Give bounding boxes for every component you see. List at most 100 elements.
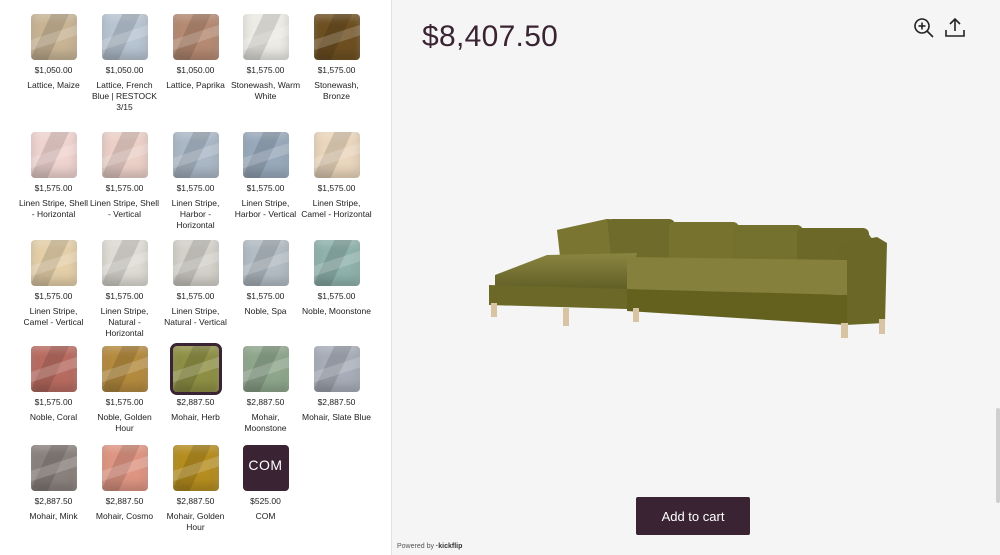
swatch-price: $1,050.00: [30, 64, 77, 76]
swatch-option[interactable]: $1,575.00 Linen Stripe, Shell - Vertical: [89, 132, 160, 220]
swatch-name: Mohair, Herb: [171, 412, 220, 422]
swatch-option[interactable]: $1,575.00 Stonewash, Bronze: [301, 14, 372, 102]
swatch-price: $1,575.00: [242, 182, 289, 194]
swatch-thumbnail: [242, 346, 289, 392]
zoom-in-icon[interactable]: [912, 16, 936, 40]
powered-by-label: Powered by: [397, 543, 434, 550]
swatch-option[interactable]: $1,575.00 Noble, Moonstone: [301, 240, 372, 317]
swatch-name: COM: [255, 511, 276, 521]
swatch-thumbnail: [30, 240, 77, 286]
swatch-option[interactable]: $1,050.00 Lattice, Paprika: [160, 14, 231, 91]
swatch-thumbnail: [101, 132, 148, 178]
swatch-name: Stonewash, Bronze: [314, 80, 359, 101]
swatch-option[interactable]: COM $525.00 COM: [230, 445, 301, 522]
swatch-name: Stonewash, Warm White: [230, 80, 301, 101]
swatch-thumbnail: [101, 445, 148, 491]
swatch-thumbnail: [30, 346, 77, 392]
swatch-price: $2,887.50: [101, 495, 148, 507]
swatch-thumbnail: [313, 346, 360, 392]
swatch-thumbnail: [101, 14, 148, 60]
swatch-price: $1,575.00: [313, 290, 360, 302]
powered-by[interactable]: Powered by ·kickflip: [397, 543, 462, 550]
swatch-option[interactable]: $1,575.00 Linen Stripe, Camel - Horizonta…: [301, 132, 372, 220]
scrollbar[interactable]: [996, 408, 1000, 503]
swatch-name: Noble, Golden Hour: [97, 412, 152, 433]
swatch-price: $2,887.50: [30, 495, 77, 507]
swatch-name: Linen Stripe, Harbor - Vertical: [234, 198, 297, 219]
swatch-name: Noble, Moonstone: [302, 306, 371, 316]
add-to-cart-button[interactable]: Add to cart: [636, 497, 750, 535]
swatch-thumbnail: [313, 240, 360, 286]
swatch-thumbnail: [313, 14, 360, 60]
swatch-thumbnail: [313, 132, 360, 178]
swatch-price: $1,575.00: [313, 64, 360, 76]
swatch-option[interactable]: $1,575.00 Linen Stripe, Natural - Horizon…: [89, 240, 160, 339]
swatch-option[interactable]: $1,575.00 Linen Stripe, Natural - Vertica…: [160, 240, 231, 328]
swatch-option[interactable]: $1,050.00 Lattice, Maize: [18, 14, 89, 91]
swatch-option[interactable]: $1,575.00 Linen Stripe, Harbor - Vertical: [230, 132, 301, 220]
swatch-price: $1,575.00: [172, 182, 219, 194]
swatch-price: $2,887.50: [242, 396, 289, 408]
swatch-badge: COM: [248, 457, 283, 473]
swatch-option[interactable]: $1,575.00 Stonewash, Warm White: [230, 14, 301, 102]
kickflip-logo: ·kickflip: [435, 543, 463, 550]
swatch-option[interactable]: $2,887.50 Mohair, Mink: [18, 445, 89, 522]
swatch-panel: $1,050.00 Lattice, Maize $1,050.00 Lattice,…: [0, 0, 391, 555]
swatch-price: $2,887.50: [172, 396, 219, 408]
swatch-name: Mohair, Moonstone: [244, 412, 287, 433]
swatch-thumbnail: [172, 240, 219, 286]
swatch-name: Lattice, French Blue | RESTOCK 3/15: [92, 80, 157, 112]
swatch-option[interactable]: $1,575.00 Noble, Golden Hour: [89, 346, 160, 434]
swatch-option[interactable]: $1,575.00 Linen Stripe, Camel - Vertical: [18, 240, 89, 328]
share-icon[interactable]: [943, 16, 967, 40]
swatch-price: $1,575.00: [30, 396, 77, 408]
swatch-price: $525.00: [246, 495, 285, 507]
swatch-thumbnail: [242, 240, 289, 286]
swatch-option[interactable]: $1,575.00 Linen Stripe, Shell - Horizonta…: [18, 132, 89, 220]
swatch-option[interactable]: $2,887.50 Mohair, Golden Hour: [160, 445, 231, 533]
swatch-option[interactable]: $2,887.50 Mohair, Cosmo: [89, 445, 160, 522]
preview-panel: $8,407.50 Add to cart Powered by ·kickfl…: [392, 0, 1000, 555]
swatch-price: $1,575.00: [101, 182, 148, 194]
swatch-option[interactable]: $1,575.00 Noble, Coral: [18, 346, 89, 423]
swatch-price: $1,575.00: [242, 64, 289, 76]
swatch-thumbnail: [242, 132, 289, 178]
swatch-name: Lattice, Maize: [27, 80, 80, 90]
swatch-name: Linen Stripe, Camel - Horizontal: [301, 198, 372, 219]
swatch-price: $1,575.00: [242, 290, 289, 302]
swatch-name: Mohair, Cosmo: [95, 511, 154, 521]
swatch-price: $1,575.00: [30, 290, 77, 302]
swatch-thumbnail: [172, 132, 219, 178]
swatch-name: Noble, Spa: [244, 306, 287, 316]
swatch-thumbnail: [172, 14, 219, 60]
swatch-name: Mohair, Golden Hour: [166, 511, 225, 532]
swatch-name: Linen Stripe, Natural - Horizontal: [100, 306, 149, 338]
swatch-name: Linen Stripe, Shell - Vertical: [90, 198, 159, 219]
swatch-name: Noble, Coral: [29, 412, 78, 422]
swatch-option[interactable]: $2,887.50 Mohair, Herb: [160, 343, 231, 423]
swatch-price: $1,575.00: [101, 290, 148, 302]
swatch-thumbnail: [242, 14, 289, 60]
swatch-name: Lattice, Paprika: [166, 80, 225, 90]
swatch-price: $1,050.00: [101, 64, 148, 76]
swatch-option[interactable]: $2,887.50 Mohair, Moonstone: [230, 346, 301, 434]
swatch-thumbnail: [101, 240, 148, 286]
swatch-option[interactable]: $1,575.00 Linen Stripe, Harbor - Horizont…: [160, 132, 231, 231]
total-price: $8,407.50: [422, 20, 559, 53]
swatch-name: Linen Stripe, Natural - Vertical: [164, 306, 227, 327]
swatch-price: $1,575.00: [313, 182, 360, 194]
swatch-name: Linen Stripe, Harbor - Horizontal: [171, 198, 220, 230]
swatch-thumbnail: [169, 343, 222, 395]
swatch-thumbnail: [172, 445, 219, 491]
swatch-option[interactable]: $1,050.00 Lattice, French Blue | RESTOCK …: [89, 14, 160, 113]
swatch-name: Linen Stripe, Camel - Vertical: [23, 306, 84, 327]
swatch-thumbnail: COM: [242, 445, 289, 491]
swatch-price: $1,575.00: [30, 182, 77, 194]
swatch-option[interactable]: $2,887.50 Mohair, Slate Blue: [301, 346, 372, 423]
swatch-thumbnail: [101, 346, 148, 392]
sofa-preview: [489, 219, 887, 338]
swatch-thumbnail: [30, 14, 77, 60]
swatch-option[interactable]: $1,575.00 Noble, Spa: [230, 240, 301, 317]
swatch-name: Mohair, Mink: [29, 511, 78, 521]
swatch-price: $2,887.50: [172, 495, 219, 507]
